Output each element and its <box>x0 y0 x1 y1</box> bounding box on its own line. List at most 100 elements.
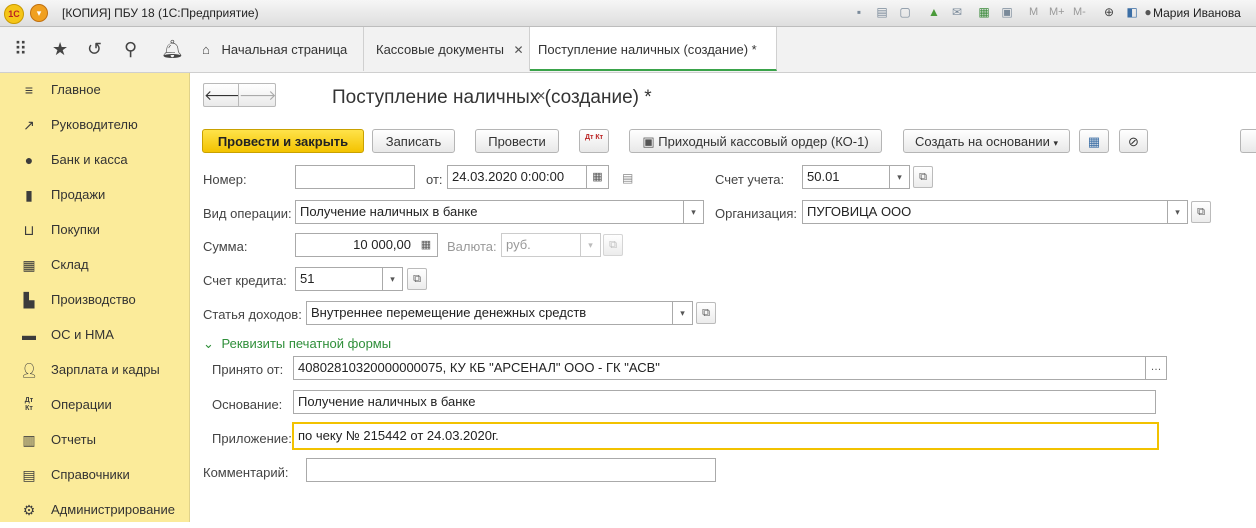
sidebar-item-warehouse[interactable]: ▦ Склад <box>0 248 189 283</box>
save-icon[interactable]: ▪ <box>852 5 866 19</box>
sidebar-item-sales[interactable]: ▮ Продажи <box>0 178 189 213</box>
income-item-field[interactable]: Внутреннее перемещение денежных средств <box>306 301 673 325</box>
attachment-field[interactable]: по чеку № 215442 от 24.03.2020г. <box>292 422 1159 450</box>
comment-label: Комментарий: <box>203 465 289 480</box>
back-arrow-icon[interactable]: 🡐︎ <box>203 83 242 107</box>
income-item-label: Статья доходов: <box>203 307 302 322</box>
warehouse-grid-icon: ▦ <box>22 257 36 273</box>
calculator-icon[interactable]: ▦ <box>416 235 436 255</box>
dropdown-arrow-icon[interactable]: ▾ <box>383 267 403 291</box>
sidebar-item-bank[interactable]: ● Банк и касса <box>0 143 189 178</box>
attachment-icon[interactable]: ⊘ <box>1119 129 1148 153</box>
memory-m-button[interactable]: M <box>1029 5 1038 19</box>
organization-field[interactable]: ПУГОВИЦА ООО <box>802 200 1168 224</box>
favorites-star-icon[interactable]: ★ <box>52 39 68 59</box>
tab-home-label: Начальная страница <box>221 42 348 57</box>
sidebar-item-catalogs[interactable]: ▤ Справочники <box>0 458 189 493</box>
open-icon[interactable]: ⧉ <box>696 302 716 324</box>
search-icon[interactable]: ⚲ <box>124 39 137 59</box>
tab-home[interactable]: ⌂ Начальная страница <box>190 27 364 71</box>
open-icon[interactable]: ⧉ <box>1191 201 1211 223</box>
select-button[interactable]: … <box>1146 356 1167 380</box>
preview-icon[interactable]: ▢ <box>898 5 912 19</box>
received-from-label: Принято от: <box>212 362 284 377</box>
currency-field: руб. <box>501 233 581 257</box>
people-icon: 👤︎ <box>20 362 38 378</box>
basis-label: Основание: <box>212 397 283 412</box>
dt-kt-button[interactable]: Дт Кт <box>579 129 609 153</box>
book-icon: ▤ <box>22 467 36 483</box>
calculator-icon[interactable]: ▦ <box>977 5 991 19</box>
calendar-icon[interactable]: ▣ <box>1000 5 1014 19</box>
print-icon[interactable]: ▤ <box>875 5 889 19</box>
dropdown-arrow-icon[interactable]: ▾ <box>684 200 704 224</box>
dt-kt-icon: Дт Кт <box>24 397 34 412</box>
open-icon[interactable]: ⧉ <box>407 268 427 290</box>
create-based-on-button[interactable]: Создать на основании ▾ <box>903 129 1070 153</box>
user-name[interactable]: Мария Иванова <box>1153 6 1241 20</box>
sidebar-item-label: Продажи <box>51 187 106 202</box>
mail-icon[interactable]: ✉ <box>950 5 964 19</box>
account-field[interactable]: 50.01 <box>802 165 890 189</box>
attachment-label: Приложение: <box>212 431 292 446</box>
sidebar-item-purchases[interactable]: ⊔ Покупки <box>0 213 189 248</box>
tab-cash-receipt[interactable]: Поступление наличных (создание) * ✕ <box>530 27 777 103</box>
section-title: Реквизиты печатной формы <box>221 336 392 351</box>
memory-minus-button[interactable]: M- <box>1073 5 1086 19</box>
sidebar-item-label: Справочники <box>51 467 130 482</box>
date-field[interactable]: 24.03.2020 0:00:00 <box>447 165 587 189</box>
sidebar-item-admin[interactable]: ⚙ Администрирование <box>0 493 189 528</box>
notifications-bell-icon[interactable]: 🔔︎ <box>161 39 184 59</box>
print-order-label: Приходный кассовый ордер (КО-1) <box>658 134 869 149</box>
sidebar-item-production[interactable]: ▙ Производство <box>0 283 189 318</box>
dropdown-arrow-icon[interactable]: ▾ <box>890 165 910 189</box>
panel-icon[interactable]: ◧ <box>1125 5 1139 19</box>
tab-cash-receipt-label: Поступление наличных (создание) * <box>538 42 757 57</box>
close-tab-icon[interactable]: ✕ <box>514 43 524 57</box>
save-button[interactable]: Записать <box>372 129 455 153</box>
sidebar-item-main[interactable]: ≡ Главное <box>0 73 189 108</box>
basis-field[interactable]: Получение наличных в банке <box>293 390 1156 414</box>
zoom-icon[interactable]: ⊕ <box>1102 5 1116 19</box>
upload-icon[interactable]: ▲ <box>927 5 941 19</box>
credit-account-field[interactable]: 51 <box>295 267 383 291</box>
dropdown-arrow-icon[interactable]: ▾ <box>673 301 693 325</box>
structure-icon[interactable]: ▦ <box>1079 129 1109 153</box>
apps-grid-icon[interactable]: ⠿ <box>14 39 27 59</box>
more-button[interactable] <box>1240 129 1256 153</box>
open-icon[interactable]: ⧉ <box>913 166 933 188</box>
history-list-icon[interactable]: ▤ <box>622 171 633 185</box>
trend-chart-icon: ↗ <box>23 117 35 133</box>
post-and-close-button[interactable]: Провести и закрыть <box>202 129 364 153</box>
calendar-icon[interactable]: ▦ <box>587 165 609 189</box>
sidebar-item-management[interactable]: ↗ Руководителю <box>0 108 189 143</box>
sidebar-item-assets[interactable]: ▬ ОС и НМА <box>0 318 189 353</box>
create-based-on-label: Создать на основании <box>914 134 1050 149</box>
main-menu-dropdown-icon[interactable]: ▾ <box>30 4 48 22</box>
sidebar-item-label: Отчеты <box>51 432 96 447</box>
comment-field[interactable] <box>306 458 716 482</box>
dropdown-arrow-icon[interactable]: ▾ <box>1168 200 1188 224</box>
sidebar-item-operations[interactable]: Дт Кт Операции <box>0 388 189 423</box>
print-order-button[interactable]: ▣ Приходный кассовый ордер (КО-1) <box>629 129 882 153</box>
1c-logo-icon[interactable]: 1С <box>4 4 24 24</box>
history-icon[interactable]: ↺ <box>87 39 102 59</box>
chevron-down-icon: ▾ <box>1053 138 1059 148</box>
operation-field[interactable]: Получение наличных в банке <box>295 200 684 224</box>
forward-arrow-icon[interactable]: 🡒︎ <box>238 83 277 107</box>
number-field[interactable] <box>295 165 415 189</box>
sidebar-item-salary[interactable]: 👤︎ Зарплата и кадры <box>0 353 189 388</box>
sidebar-item-label: Покупки <box>51 222 100 237</box>
print-details-section-toggle[interactable]: ⌄ Реквизиты печатной формы <box>203 336 391 352</box>
sidebar-item-reports[interactable]: ▥ Отчеты <box>0 423 189 458</box>
memory-plus-button[interactable]: M+ <box>1049 5 1065 19</box>
open-icon: ⧉ <box>603 234 623 256</box>
tab-cash-documents[interactable]: Кассовые документы ✕ <box>364 27 530 71</box>
truck-icon: ▬ <box>22 327 36 343</box>
sections-sidebar: ≡ Главное ↗ Руководителю ● Банк и касса … <box>0 73 190 522</box>
received-from-field[interactable]: 40802810320000000075, КУ КБ "АРСЕНАЛ" ОО… <box>293 356 1146 380</box>
date-label: от: <box>426 172 443 187</box>
sidebar-item-label: Администрирование <box>51 502 175 517</box>
gear-icon: ⚙ <box>22 502 36 518</box>
post-button[interactable]: Провести <box>475 129 559 153</box>
